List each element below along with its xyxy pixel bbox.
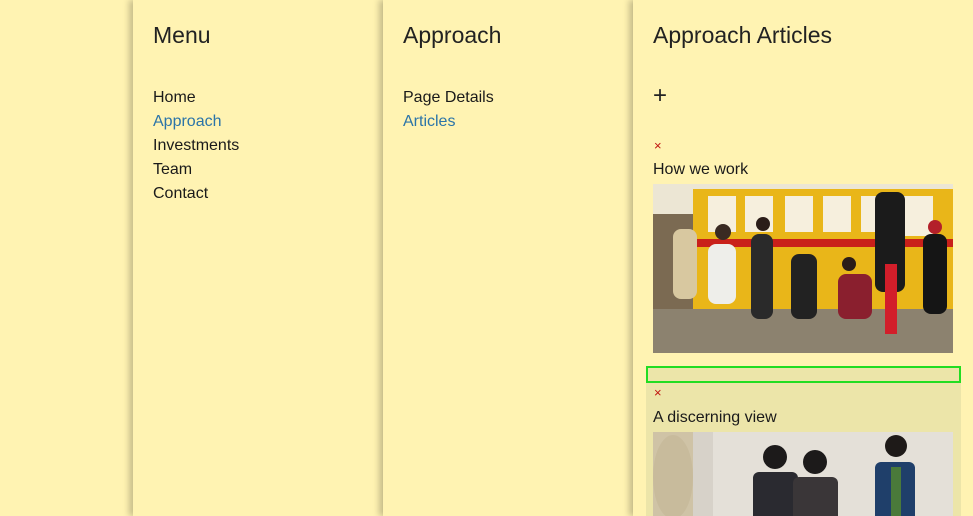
menu-panel-title: Menu <box>153 22 211 48</box>
approach-panel: Approach Page Details Articles <box>383 0 632 516</box>
menu-nav: Home Approach Investments Team Contact <box>153 86 239 206</box>
menu-item-home[interactable]: Home <box>153 86 239 110</box>
article-thumbnail <box>653 184 953 353</box>
drop-indicator <box>646 366 961 383</box>
approach-nav: Page Details Articles <box>403 86 494 134</box>
menu-item-investments[interactable]: Investments <box>153 134 239 158</box>
plus-icon: + <box>653 82 668 109</box>
article-title: A discerning view <box>653 409 777 426</box>
delete-article-button[interactable]: × <box>654 386 662 400</box>
article-item[interactable]: × How we work <box>646 134 961 364</box>
menu-item-team[interactable]: Team <box>153 158 239 182</box>
article-item-selected[interactable]: × A discerning view <box>646 366 961 516</box>
close-icon: × <box>654 385 662 400</box>
add-article-button[interactable]: + <box>653 84 667 108</box>
menu-panel: Menu Home Approach Investments Team Cont… <box>133 0 382 516</box>
article-thumbnail <box>653 432 953 516</box>
delete-article-button[interactable]: × <box>654 139 662 153</box>
cms-stage: e Menu Home Approach Investments Team Co… <box>0 0 973 516</box>
approach-panel-title: Approach <box>403 22 502 48</box>
menu-item-contact[interactable]: Contact <box>153 182 239 206</box>
menu-item-approach[interactable]: Approach <box>153 110 239 134</box>
article-title: How we work <box>653 161 749 178</box>
approach-item-articles[interactable]: Articles <box>403 110 494 134</box>
approach-item-page-details[interactable]: Page Details <box>403 86 494 110</box>
close-icon: × <box>654 138 662 153</box>
previous-panel: e <box>0 0 132 516</box>
articles-panel: Approach Articles + × How we work × A di… <box>633 0 973 516</box>
articles-panel-title: Approach Articles <box>653 22 832 48</box>
